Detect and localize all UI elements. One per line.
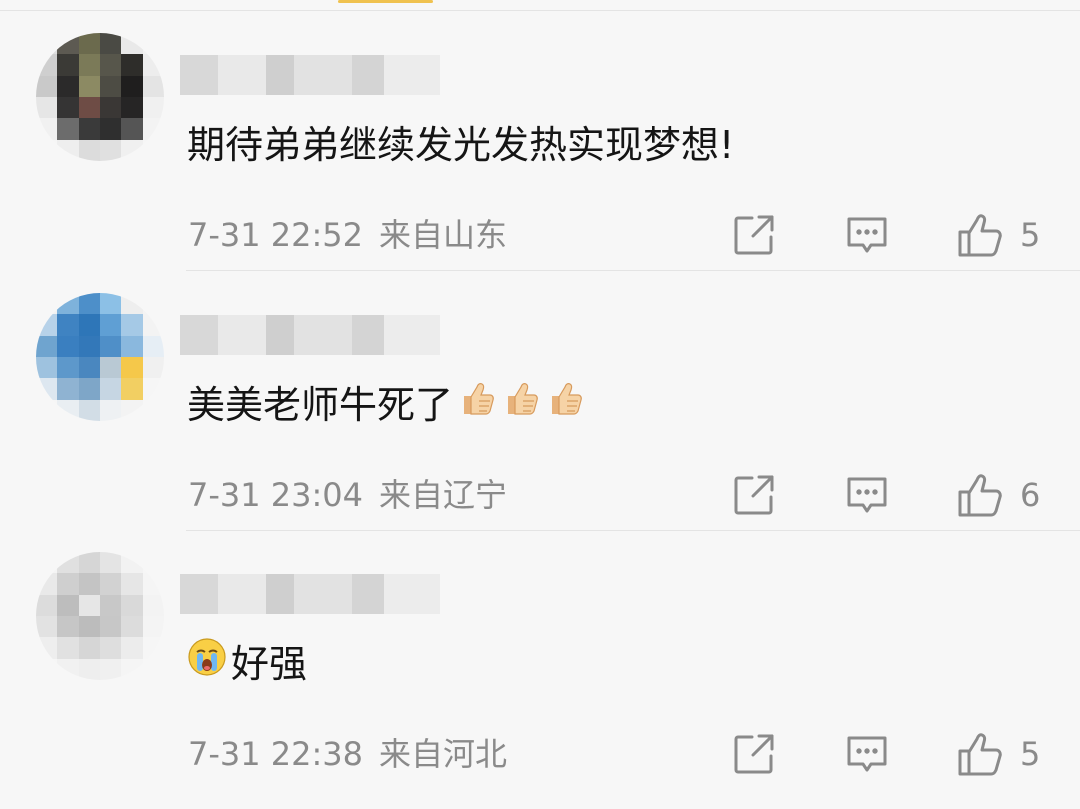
- comment-item: 美美老师牛死了 7-31 23:04 来自辽宁 6: [0, 271, 1080, 531]
- like-count: 5: [1020, 735, 1041, 773]
- share-icon: [734, 734, 774, 774]
- share-button[interactable]: [732, 207, 776, 263]
- username-blurred[interactable]: [180, 55, 440, 95]
- avatar[interactable]: [36, 552, 164, 680]
- crying-face-emoji: [188, 638, 226, 676]
- thumbs-up-emoji: [552, 383, 582, 415]
- comment-icon: [847, 217, 887, 253]
- like-button[interactable]: 5: [956, 207, 1040, 263]
- comment-item: 期待弟弟继续发光发热实现梦想! 7-31 22:52 来自山东 5: [0, 11, 1080, 271]
- comment-meta: 7-31 22:52 来自山东: [188, 207, 507, 263]
- thumbs-up-emoji: [508, 383, 538, 415]
- comment-body: 好强: [231, 642, 308, 686]
- thumbs-up-icon: [958, 733, 1002, 776]
- comment-location: 来自辽宁: [379, 476, 508, 514]
- thumbs-up-icon: [958, 214, 1002, 257]
- comment-text: 好强: [187, 632, 307, 696]
- username-blurred[interactable]: [180, 574, 440, 614]
- comment-meta: 7-31 22:38 来自河北: [188, 726, 507, 782]
- avatar[interactable]: [36, 293, 164, 421]
- comment-icon: [847, 736, 887, 772]
- comment-body: 期待弟弟继续发光发热实现梦想!: [187, 123, 735, 167]
- comment-location: 来自山东: [379, 216, 508, 254]
- share-icon: [734, 215, 774, 255]
- reply-button[interactable]: [845, 207, 889, 263]
- reply-button[interactable]: [845, 726, 889, 782]
- share-button[interactable]: [732, 467, 776, 523]
- comment-emojis: [453, 373, 585, 437]
- avatar[interactable]: [36, 33, 164, 161]
- comment-lead-emoji: [187, 632, 231, 696]
- thumbs-up-icon: [958, 474, 1002, 517]
- comment-text: 期待弟弟继续发光发热实现梦想!: [187, 113, 734, 177]
- like-button[interactable]: 5: [956, 726, 1040, 782]
- top-tab-indicator: [338, 0, 433, 3]
- reply-button[interactable]: [845, 467, 889, 523]
- username-blurred[interactable]: [180, 315, 440, 355]
- like-count: 5: [1020, 216, 1041, 254]
- like-count: 6: [1020, 476, 1041, 514]
- comment-date: 7-31 22:52: [188, 216, 364, 254]
- comment-date: 7-31 23:04: [188, 476, 364, 514]
- share-icon: [734, 475, 774, 515]
- comment-meta: 7-31 23:04 来自辽宁: [188, 467, 507, 523]
- comment-date: 7-31 22:38: [188, 735, 364, 773]
- thumbs-up-emoji: [464, 383, 494, 415]
- comment-text: 美美老师牛死了: [187, 373, 585, 437]
- share-button[interactable]: [732, 726, 776, 782]
- like-button[interactable]: 6: [956, 467, 1040, 523]
- comment-body: 美美老师牛死了: [187, 383, 454, 427]
- comment-icon: [847, 477, 887, 513]
- comment-location: 来自河北: [379, 735, 508, 773]
- comment-item: 好强 7-31 22:38 来自河北 5: [0, 530, 1080, 790]
